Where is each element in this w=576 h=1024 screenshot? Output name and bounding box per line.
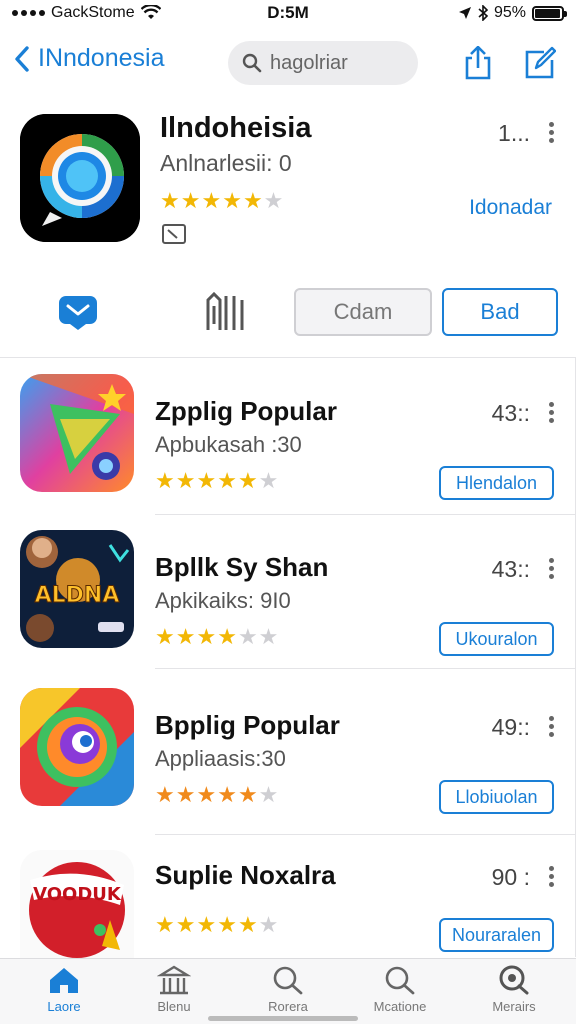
nav-bar: INndonesia hagolriar	[0, 34, 576, 92]
featured-app[interactable]: Ilndoheisia Anlnarlesii: 0 ★ ★ ★ ★ ★ ★ 1... I…	[0, 112, 576, 252]
share-icon[interactable]	[462, 46, 494, 80]
featured-count: 1...	[498, 120, 530, 146]
tab-bar: Laore Blenu Rorera Mcatione Merairs	[0, 958, 576, 1024]
app-count: 43::	[491, 400, 530, 426]
more-options-icon[interactable]	[549, 866, 554, 887]
segment-row: Cdam Bad	[0, 284, 576, 340]
divider	[155, 514, 575, 515]
tab-home[interactable]: Laore	[14, 965, 114, 1014]
home-indicator	[208, 1016, 358, 1021]
bluetooth-icon	[478, 5, 488, 21]
app-subtitle: Appliaasis:30	[155, 746, 286, 771]
search-icon	[273, 966, 303, 995]
search-icon	[385, 966, 415, 995]
svg-text:ALDNA: ALDNA	[35, 583, 120, 608]
app-subtitle: Apkikaiks: 9I0	[155, 588, 291, 613]
battery-icon	[532, 5, 567, 21]
list-item[interactable]: VOODUK Suplie Noxalra ★ ★ ★ ★ ★ ★ 90 : Nourar…	[0, 850, 576, 960]
app-title: Bpllk Sy Shan	[155, 552, 329, 582]
more-options-icon[interactable]	[549, 122, 554, 143]
app-count: 49::	[491, 714, 530, 740]
app-icon	[20, 374, 134, 492]
back-label: INndonesia	[38, 44, 165, 72]
app-action-button[interactable]: Hlendalon	[439, 466, 554, 500]
search-field[interactable]: hagolriar	[228, 41, 418, 85]
rating-stars: ★ ★ ★ ★ ★ ★	[155, 468, 279, 493]
segment-button-gray[interactable]: Cdam	[294, 288, 432, 336]
list-item[interactable]: ALDNA Bpllk Sy Shan Apkikaiks: 9I0 ★ ★ ★ ★ ★…	[0, 530, 576, 670]
app-count: 90 :	[491, 864, 530, 890]
featured-rating-stars: ★ ★ ★ ★ ★ ★	[160, 188, 284, 213]
rating-stars: ★ ★ ★ ★ ★ ★	[155, 912, 279, 937]
app-action-button[interactable]: Ukouralon	[439, 622, 554, 656]
app-subtitle: Apbukasah :30	[155, 432, 302, 457]
featured-app-title: Ilndoheisia	[160, 112, 312, 144]
location-arrow-icon	[458, 7, 471, 19]
search-icon	[499, 965, 529, 995]
tab-label: Rorera	[268, 999, 308, 1014]
rating-stars: ★ ★ ★ ★ ★ ★	[155, 782, 279, 807]
app-icon: VOODUK	[20, 850, 134, 958]
search-icon	[242, 53, 262, 73]
app-icon	[20, 688, 134, 806]
list-item[interactable]: Bpplig Popular Appliaasis:30 ★ ★ ★ ★ ★ ★ 49::…	[0, 688, 576, 828]
featured-link[interactable]: Idonadar	[469, 196, 552, 220]
list-item[interactable]: Zpplig Popular Apbukasah :30 ★ ★ ★ ★ ★ ★ 43::…	[0, 374, 576, 514]
featured-app-subtitle: Anlnarlesii: 0	[160, 150, 292, 176]
tab-second[interactable]: Blenu	[124, 965, 224, 1014]
app-title: Suplie Noxalra	[155, 860, 336, 890]
tab-label: Mcatione	[373, 999, 427, 1014]
app-title: Zpplig Popular	[155, 396, 337, 426]
svg-text:VOODUK: VOODUK	[33, 884, 122, 905]
compose-icon[interactable]	[524, 46, 556, 80]
tab-search[interactable]: Rorera	[238, 965, 338, 1014]
building-icon	[157, 965, 191, 995]
app-list: Zpplig Popular Apbukasah :30 ★ ★ ★ ★ ★ ★ 43::…	[0, 357, 576, 960]
back-button[interactable]: INndonesia	[14, 44, 164, 73]
screen-icon	[162, 224, 186, 244]
divider	[155, 834, 575, 835]
more-options-icon[interactable]	[549, 558, 554, 579]
search-placeholder: hagolriar	[270, 51, 348, 74]
rating-stars: ★ ★ ★ ★ ★ ★	[155, 624, 279, 649]
library-icon[interactable]	[202, 290, 246, 332]
more-options-icon[interactable]	[549, 716, 554, 737]
app-icon: ALDNA	[20, 530, 134, 648]
more-options-icon[interactable]	[549, 402, 554, 423]
battery-percent: 95%	[493, 4, 526, 21]
home-icon	[50, 968, 78, 993]
status-bar: GackStome D:5M 95%	[0, 0, 576, 28]
message-icon[interactable]	[56, 290, 100, 332]
segment-button-blue[interactable]: Bad	[442, 288, 558, 336]
tab-fifth[interactable]: Merairs	[464, 965, 564, 1014]
tab-fourth[interactable]: Mcatione	[350, 965, 450, 1014]
app-title: Bpplig Popular	[155, 710, 340, 740]
tab-label: Blenu	[157, 999, 191, 1014]
tab-label: Merairs	[492, 999, 536, 1014]
app-action-button[interactable]: Llobiuolan	[439, 780, 554, 814]
chevron-left-icon	[15, 45, 29, 72]
status-right: 95%	[458, 4, 567, 22]
app-count: 43::	[491, 556, 530, 582]
featured-app-icon	[20, 114, 140, 242]
app-action-button[interactable]: Nouraralen	[439, 918, 554, 952]
divider	[155, 668, 575, 669]
tab-label: Laore	[47, 999, 81, 1014]
